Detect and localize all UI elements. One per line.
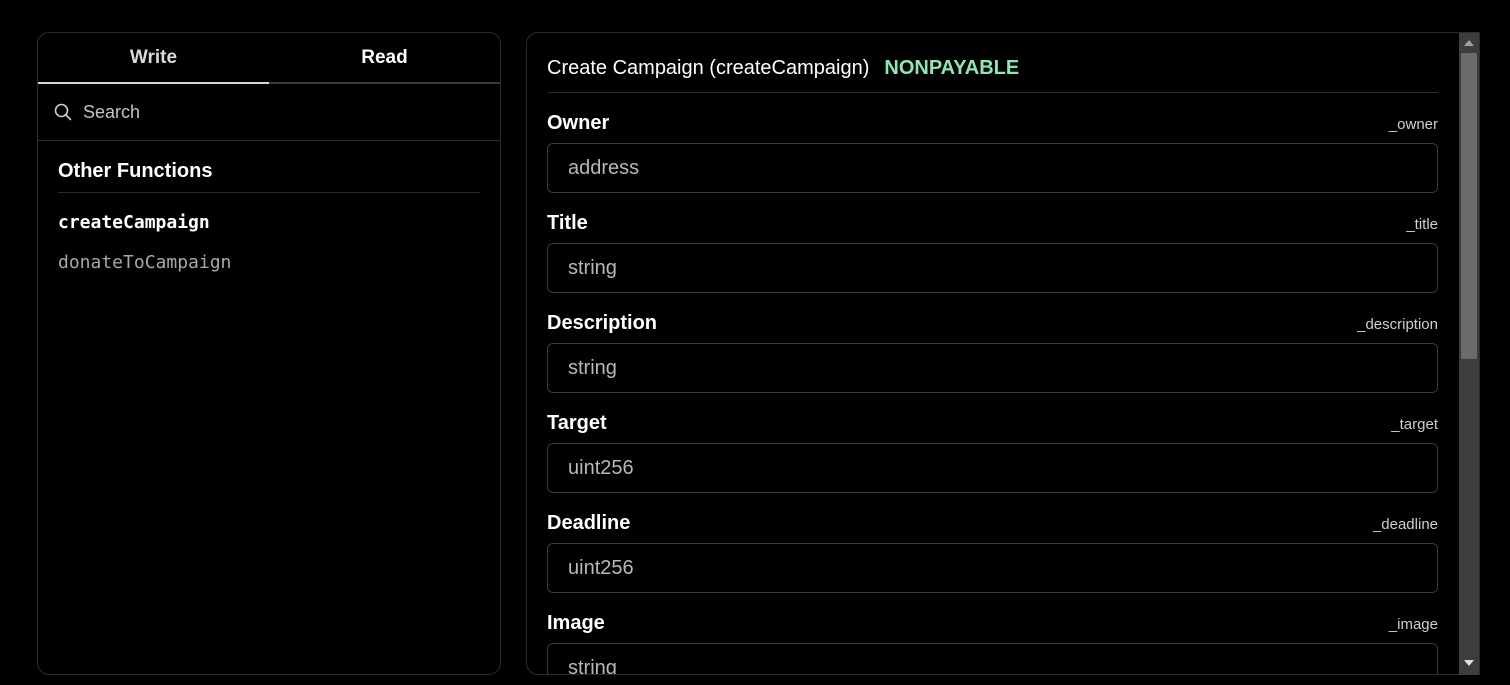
function-item-donatetocampaign[interactable]: donateToCampaign — [58, 243, 500, 283]
param-name: _title — [1406, 216, 1438, 233]
image-input[interactable] — [547, 643, 1438, 674]
param-description: Description _description — [547, 293, 1438, 393]
search-icon — [54, 103, 72, 121]
param-name: _image — [1388, 616, 1438, 633]
function-form-panel: Create Campaign (createCampaign) NONPAYA… — [526, 32, 1480, 675]
function-header: Create Campaign (createCampaign) NONPAYA… — [547, 33, 1438, 93]
vertical-scrollbar[interactable] — [1459, 33, 1479, 675]
function-group-title: Other Functions — [58, 160, 480, 193]
mode-tabs: Write Read — [38, 33, 500, 84]
scroll-thumb[interactable] — [1461, 53, 1477, 359]
param-label: Deadline — [547, 512, 631, 534]
param-label: Image — [547, 612, 605, 634]
param-name: _owner — [1388, 116, 1438, 133]
search-bar — [38, 84, 500, 141]
mutability-badge: NONPAYABLE — [884, 57, 1020, 79]
tab-write[interactable]: Write — [38, 33, 269, 84]
description-input[interactable] — [547, 343, 1438, 393]
param-title: Title _title — [547, 193, 1438, 293]
param-name: _target — [1391, 416, 1438, 433]
owner-input[interactable] — [547, 143, 1438, 193]
param-owner: Owner _owner — [547, 93, 1438, 193]
function-item-createcampaign[interactable]: createCampaign — [58, 203, 500, 243]
function-title: Create Campaign (createCampaign) — [547, 57, 870, 79]
function-list: createCampaign donateToCampaign — [38, 203, 500, 283]
param-label: Description — [547, 312, 658, 334]
target-input[interactable] — [547, 443, 1438, 493]
arrow-down-icon[interactable] — [1459, 655, 1479, 671]
param-target: Target _target — [547, 393, 1438, 493]
param-label: Title — [547, 212, 588, 234]
param-label: Owner — [547, 112, 610, 134]
param-name: _description — [1357, 316, 1438, 333]
param-deadline: Deadline _deadline — [547, 493, 1438, 593]
search-input[interactable] — [83, 101, 463, 123]
param-name: _deadline — [1372, 516, 1438, 533]
deadline-input[interactable] — [547, 543, 1438, 593]
function-form: Create Campaign (createCampaign) NONPAYA… — [547, 33, 1438, 674]
tab-read[interactable]: Read — [269, 33, 500, 84]
functions-sidebar: Write Read Other Functions createCampaig… — [37, 32, 501, 675]
title-input[interactable] — [547, 243, 1438, 293]
param-label: Target — [547, 412, 607, 434]
arrow-up-icon[interactable] — [1459, 35, 1479, 51]
param-image: Image _image — [547, 593, 1438, 674]
